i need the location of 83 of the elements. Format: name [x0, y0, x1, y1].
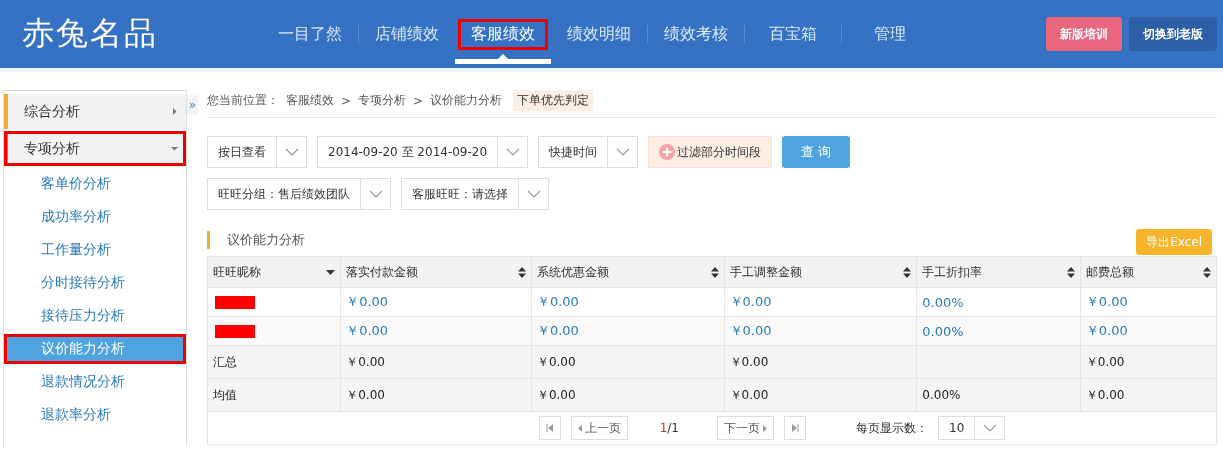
plus-icon: [659, 144, 676, 160]
chevron-down-icon: [284, 148, 299, 156]
nav-tab[interactable]: 管理: [842, 0, 938, 68]
sidebar-item[interactable]: 成功率分析: [4, 202, 186, 232]
first-page-icon: [545, 424, 554, 432]
filter-time-button[interactable]: 过滤部分时间段: [648, 136, 773, 168]
section-title: 议价能力分析: [207, 231, 305, 249]
table-cell: ￥0.00: [724, 345, 917, 379]
column-header[interactable]: 落实付款金额: [340, 256, 532, 288]
column-header[interactable]: 手工折扣率: [916, 256, 1081, 288]
column-header[interactable]: 邮费总额: [1080, 256, 1217, 288]
sidebar-group[interactable]: 综合分析: [4, 94, 186, 129]
nav-tab[interactable]: 绩效明细: [551, 0, 647, 68]
table-cell: ￥0.00: [340, 378, 532, 412]
breadcrumb-item[interactable]: 议价能力分析: [430, 92, 503, 109]
table-cell: 均值: [207, 378, 341, 412]
table-cell: ￥0.00: [724, 378, 917, 412]
breadcrumb-item[interactable]: 客服绩效: [286, 92, 334, 109]
table-cell: 汇总: [207, 345, 341, 379]
sidebar-item[interactable]: 退款情况分析: [4, 367, 186, 397]
sidebar-group[interactable]: 专项分析: [4, 131, 186, 166]
sidebar-item[interactable]: 客单价分析: [4, 169, 186, 199]
table-cell: 0.00%: [916, 287, 1081, 317]
sort-icon[interactable]: [903, 266, 912, 278]
nav-tab[interactable]: 百宝箱: [745, 0, 841, 68]
column-header[interactable]: 旺旺昵称: [207, 256, 341, 288]
page-indicator: 1/1: [659, 421, 679, 435]
sort-icon[interactable]: [710, 266, 719, 278]
sort-icon[interactable]: [517, 266, 526, 278]
select-field[interactable]: 按日查看: [207, 136, 307, 168]
chevron-down-icon: [368, 190, 383, 198]
breadcrumb-separator: >: [341, 93, 352, 108]
table-cell: ￥0.00: [724, 287, 917, 317]
sort-icon[interactable]: [1066, 266, 1075, 278]
select-field[interactable]: 旺旺分组：售后绩效团队: [207, 178, 391, 210]
logo: 赤兔名品: [22, 13, 159, 54]
breadcrumb-item[interactable]: 专项分析: [358, 92, 407, 109]
table-cell: 0.00%: [916, 378, 1081, 412]
table-cell: ￥0.00: [1080, 316, 1217, 346]
sidebar-item[interactable]: 分时接待分析: [4, 268, 186, 298]
chevron-down-icon: [615, 148, 630, 156]
nav-tab[interactable]: 店铺绩效: [359, 0, 455, 68]
first-page-button[interactable]: [538, 416, 561, 440]
nav-tab[interactable]: 绩效考核: [648, 0, 744, 68]
select-field[interactable]: 快捷时间: [538, 136, 639, 168]
sidebar-item[interactable]: 接待压力分析: [4, 301, 186, 331]
select-field[interactable]: 客服旺旺：请选择: [401, 178, 549, 210]
prev-page-button[interactable]: 上一页: [570, 416, 628, 440]
table-cell: ￥0.00: [724, 316, 917, 346]
table-cell: ￥0.00: [1080, 345, 1217, 379]
nav-tab[interactable]: 一目了然: [262, 0, 358, 68]
table-cell: ￥0.00: [340, 316, 532, 346]
table-cell: ￥0.00: [531, 316, 725, 346]
sidebar-item[interactable]: 工作量分析: [4, 235, 186, 265]
switch-version-button[interactable]: 切换到老版: [1129, 17, 1217, 51]
table-cell: 0.00%: [916, 316, 1081, 346]
chevron-down-icon: [505, 148, 520, 156]
nav-tab[interactable]: 客服绩效: [455, 0, 551, 68]
page-size-label: 每页显示数：: [856, 419, 928, 437]
table-cell: ￥0.00: [1080, 378, 1217, 412]
last-page-icon: [791, 424, 799, 432]
table-cell: ￥0.00: [531, 378, 725, 412]
caret-right-icon: [763, 424, 767, 432]
chevron-down-icon: [526, 190, 541, 198]
table-cell: ￥0.00: [340, 287, 532, 317]
column-header[interactable]: 手工调整金额: [724, 256, 917, 288]
tag: 下单优先判定: [513, 90, 594, 111]
last-page-button[interactable]: [784, 416, 806, 440]
caret-left-icon: [577, 424, 582, 432]
sidebar-item[interactable]: 退款率分析: [4, 400, 186, 430]
sort-down-icon[interactable]: [326, 269, 336, 275]
select-field[interactable]: 2014-09-20 至 2014-09-20: [317, 136, 529, 168]
table-cell: ￥0.00: [1080, 287, 1217, 317]
column-header[interactable]: 系统优惠金额: [531, 256, 725, 288]
page-size-select[interactable]: 10: [938, 416, 1006, 440]
breadcrumb-label: 您当前位置：: [207, 92, 279, 109]
table-cell: ￥0.00: [531, 287, 725, 317]
breadcrumb-separator: >: [413, 93, 424, 108]
table-cell: ￥0.00: [340, 345, 532, 379]
next-page-button[interactable]: 下一页: [717, 416, 774, 440]
table-cell: ￥0.00: [531, 345, 725, 379]
sort-icon[interactable]: [1203, 266, 1211, 278]
chevron-down-icon: [982, 424, 997, 432]
